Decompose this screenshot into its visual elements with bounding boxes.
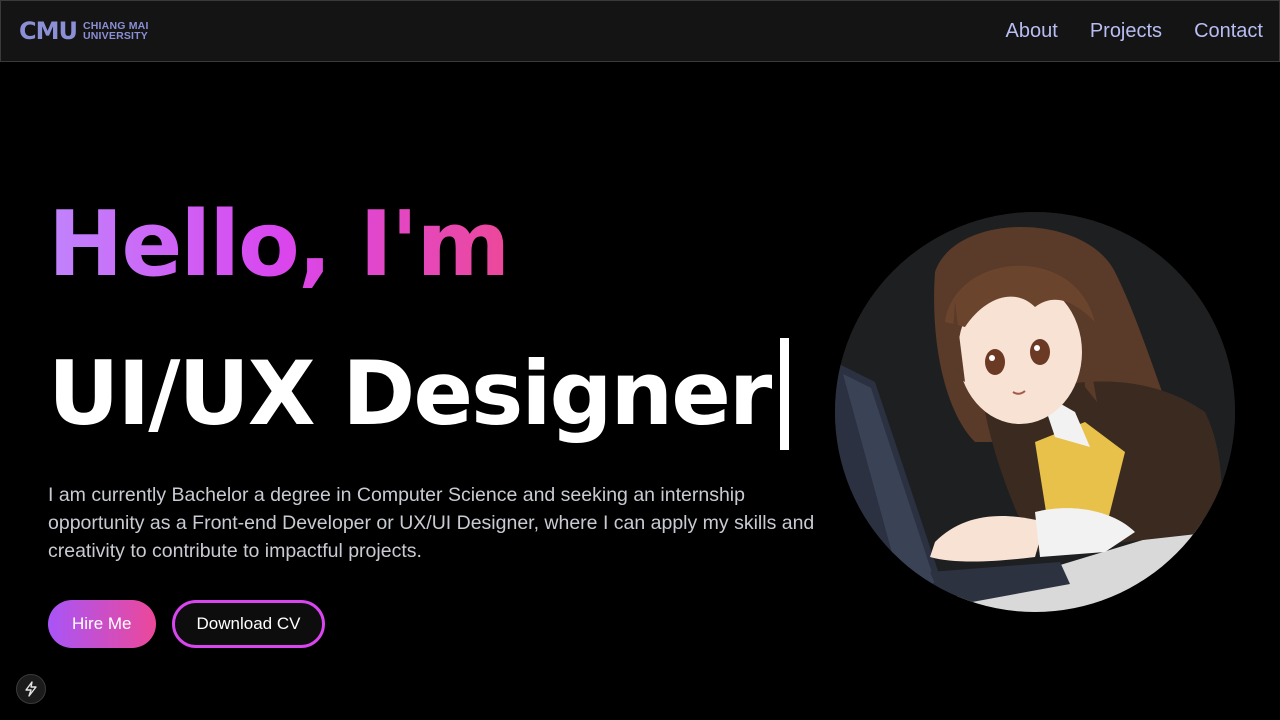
- nav-links: About Projects Contact: [1006, 20, 1263, 43]
- hero-description: I am currently Bachelor a degree in Comp…: [48, 484, 815, 562]
- nav-link-about[interactable]: About: [1006, 20, 1058, 43]
- role-text: UI/UX Designer: [48, 341, 772, 445]
- hero-greeting: Hello, I'm: [48, 192, 510, 297]
- hero-actions: Hire Me Download CV: [48, 600, 326, 648]
- lightning-bolt-button[interactable]: [16, 674, 46, 704]
- hero-role: UI/UX Designer: [48, 338, 790, 450]
- logo-line-2: UNIVERSITY: [82, 30, 148, 42]
- cmu-logo[interactable]: CMU CHIANG MAI UNIVERSITY: [19, 19, 149, 43]
- anime-girl-illustration: [835, 212, 1235, 612]
- navbar: CMU CHIANG MAI UNIVERSITY About Projects…: [0, 0, 1280, 62]
- hire-me-button[interactable]: Hire Me: [48, 600, 156, 648]
- nav-link-contact[interactable]: Contact: [1194, 20, 1263, 43]
- lightning-bolt-icon: [25, 681, 37, 697]
- typing-caret: [780, 338, 790, 450]
- profile-avatar: [835, 212, 1235, 612]
- logo-mark: CMU: [19, 17, 78, 45]
- download-cv-button[interactable]: Download CV: [171, 600, 326, 648]
- logo-text: CHIANG MAI UNIVERSITY: [82, 21, 149, 42]
- nav-link-projects[interactable]: Projects: [1090, 20, 1162, 43]
